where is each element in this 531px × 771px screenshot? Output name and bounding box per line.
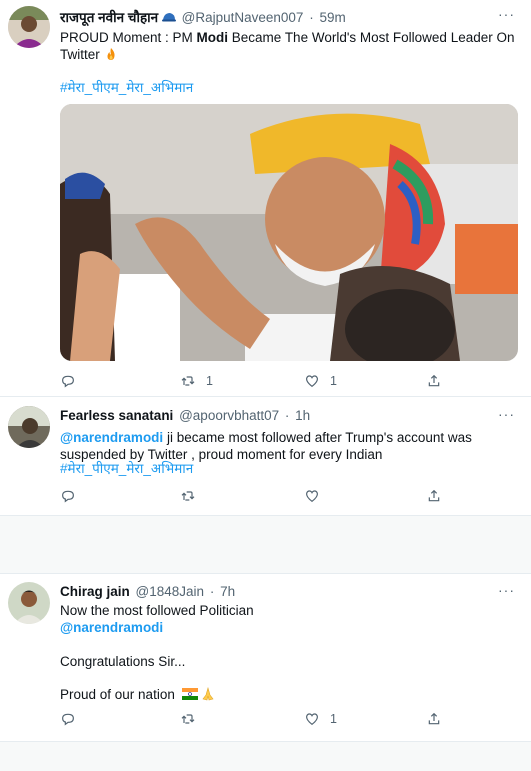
tweet-header: राजपूत नवीन चौहान @RajputNaveen007 · 59m	[60, 8, 346, 26]
hashtag-link[interactable]: #मेरा_पीएम_मेरा_अभिमान	[60, 460, 515, 477]
retweet-button[interactable]	[180, 709, 206, 729]
dot-separator: ·	[209, 584, 215, 599]
reply-icon	[62, 375, 74, 388]
share-icon	[428, 374, 440, 387]
avatar[interactable]	[8, 406, 50, 448]
retweet-icon	[181, 491, 195, 501]
tweet-actions: 1	[60, 709, 460, 729]
dot-separator: ·	[309, 10, 314, 25]
retweet-count: 1	[206, 374, 213, 388]
tweet-text-line: Now the most followed Politician	[60, 603, 254, 618]
hashtag-link[interactable]: #मेरा_पीएम_मेरा_अभिमान	[60, 79, 515, 96]
handle[interactable]: @RajputNaveen007	[182, 10, 304, 25]
reply-button[interactable]	[60, 486, 86, 506]
folded-hands-icon	[202, 686, 214, 701]
reply-button[interactable]	[60, 709, 86, 729]
share-icon	[428, 712, 440, 725]
mention-link[interactable]: @narendramodi	[60, 619, 515, 636]
tweet-text-line: Proud of our nation	[60, 686, 515, 703]
avatar[interactable]	[8, 582, 50, 624]
like-button[interactable]	[304, 486, 330, 506]
share-icon	[428, 489, 440, 502]
cap-icon	[161, 13, 176, 22]
handle[interactable]: @1848Jain	[136, 584, 205, 599]
tweet-header: Fearless sanatani @apoorvbhatt07 · 1h	[60, 408, 310, 423]
reply-icon	[62, 490, 74, 503]
display-name[interactable]: Chirag jain	[60, 584, 130, 599]
heart-icon	[306, 375, 318, 388]
like-button[interactable]: 1	[304, 371, 337, 391]
tweet-actions: 1 1	[60, 371, 460, 391]
section-separator	[0, 515, 531, 573]
share-button[interactable]	[426, 371, 442, 391]
more-options-icon[interactable]: ···	[498, 582, 515, 598]
bold-word: Modi	[196, 30, 229, 45]
tweet-header: Chirag jain @1848Jain · 7h	[60, 584, 235, 599]
india-flag-icon	[181, 688, 198, 700]
timestamp[interactable]: 59m	[319, 10, 345, 25]
section-separator	[0, 742, 531, 771]
tweet-1[interactable]: राजपूत नवीन चौहान @RajputNaveen007 · 59m…	[0, 0, 531, 396]
display-name[interactable]: राजपूत नवीन चौहान	[60, 10, 158, 25]
dot-separator: ·	[284, 408, 290, 423]
display-name[interactable]: Fearless sanatani	[60, 408, 173, 423]
timestamp[interactable]: 1h	[295, 408, 310, 423]
heart-icon	[306, 713, 318, 726]
tweet-actions	[60, 486, 460, 506]
like-count: 1	[330, 712, 337, 726]
share-button[interactable]	[426, 709, 442, 729]
mention-link[interactable]: @narendramodi	[60, 430, 163, 445]
more-options-icon[interactable]: ···	[498, 6, 515, 22]
more-options-icon[interactable]: ···	[498, 406, 515, 422]
divider	[0, 515, 531, 516]
share-button[interactable]	[426, 486, 442, 506]
like-count: 1	[330, 374, 337, 388]
tweet-text: PROUD Moment : PM Modi Became The World'…	[60, 30, 515, 62]
heart-icon	[306, 490, 318, 503]
retweet-button[interactable]	[180, 486, 206, 506]
handle[interactable]: @apoorvbhatt07	[179, 408, 279, 423]
avatar[interactable]	[8, 6, 50, 48]
like-button[interactable]: 1	[304, 709, 337, 729]
fire-icon	[107, 48, 115, 60]
retweet-icon	[181, 376, 195, 386]
tweet-3[interactable]: Chirag jain @1848Jain · 7h ··· Now the m…	[0, 574, 531, 741]
retweet-button[interactable]: 1	[180, 371, 213, 391]
tweet-photo[interactable]	[60, 104, 518, 361]
tweet-text-line: Congratulations Sir...	[60, 654, 186, 669]
tweet-2[interactable]: Fearless sanatani @apoorvbhatt07 · 1h ··…	[0, 397, 531, 515]
reply-icon	[62, 713, 74, 726]
timestamp[interactable]: 7h	[220, 584, 235, 599]
retweet-icon	[181, 714, 195, 724]
tweet-text: @narendramodi ji became most followed af…	[60, 430, 472, 462]
reply-button[interactable]	[60, 371, 86, 391]
